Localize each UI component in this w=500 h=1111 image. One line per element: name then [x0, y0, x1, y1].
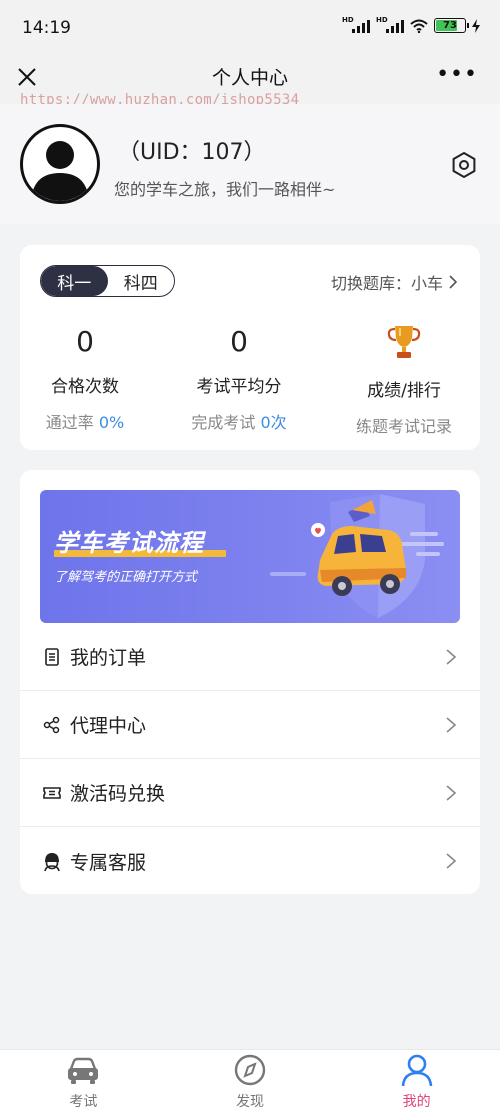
share-nodes-icon: [43, 716, 60, 733]
pass-rate-value: 0%: [98, 413, 125, 432]
menu-item-label: 激活码兑换: [70, 783, 166, 805]
menu-item-label: 我的订单: [70, 647, 147, 669]
pass-count-label: 合格次数: [51, 377, 119, 397]
tab-label: 发现: [236, 1094, 264, 1110]
tab-mine[interactable]: 我的: [333, 1050, 500, 1111]
ranking-stat[interactable]: 成绩/排行 练题考试记录: [329, 322, 479, 437]
car-icon: [68, 1057, 99, 1084]
signal-icon: HD: [342, 15, 370, 33]
pass-count-stat: 0 合格次数 通过率 0%: [10, 322, 160, 433]
tab-label: 我的: [402, 1094, 431, 1110]
menu-item-agent-center[interactable]: 代理中心: [20, 691, 480, 759]
exams-completed-value: 0次: [260, 413, 287, 432]
settings-icon[interactable]: [450, 151, 478, 179]
more-menu-icon[interactable]: •••: [436, 64, 478, 86]
subject-toggle: 科一 科四: [40, 265, 175, 297]
page-title: 个人中心: [211, 67, 288, 89]
battery-icon: 73: [434, 18, 469, 33]
chevron-right-icon: [446, 716, 457, 733]
avg-score-label: 考试平均分: [196, 377, 282, 397]
profile-header: （UID：107） 您的学车之旅，我们一路相伴~: [0, 104, 500, 224]
banner-car-illustration: [270, 494, 444, 618]
ranking-label: 成绩/排行: [367, 381, 441, 401]
ticket-icon: [43, 786, 61, 799]
chevron-right-icon: [449, 275, 458, 289]
menu-item-customer-service[interactable]: 专属客服: [20, 827, 480, 895]
tab-subject-four[interactable]: 科四: [108, 266, 175, 296]
user-icon: [401, 1054, 432, 1087]
banner-subtitle: 了解驾考的正确打开方式: [54, 570, 198, 585]
status-time: 14:19: [22, 18, 71, 38]
battery-level: 73: [443, 20, 457, 31]
menu-item-label: 专属客服: [70, 851, 147, 874]
exams-completed: 完成考试 0次: [164, 409, 314, 433]
trophy-icon: [387, 326, 421, 358]
tab-exam[interactable]: 考试: [0, 1050, 167, 1111]
chevron-right-icon: [446, 853, 457, 869]
tab-label: 考试: [69, 1094, 98, 1110]
ranking-sub: 练题考试记录: [355, 417, 452, 436]
hd-label: HD: [376, 15, 388, 24]
hd-label: HD: [342, 15, 354, 24]
exam-process-banner[interactable]: 学车考试流程 了解驾考的正确打开方式: [40, 490, 460, 623]
tab-subject-one[interactable]: 科一: [41, 266, 108, 296]
banner-title: 学车考试流程: [54, 529, 204, 557]
user-uid: （UID：107）: [118, 140, 266, 165]
chevron-right-icon: [446, 648, 457, 665]
pass-rate-label: 通过率: [45, 413, 94, 432]
avg-score-stat: 0 考试平均分 完成考试 0次: [164, 322, 314, 433]
menu-card: 学车考试流程 了解驾考的正确打开方式 我的订单 代理中心 激活码兑换 专属客服: [20, 470, 480, 894]
order-list-icon: [45, 647, 59, 666]
avatar-silhouette-icon: [31, 141, 89, 201]
tab-discover[interactable]: 发现: [167, 1050, 334, 1111]
menu-item-activation-code[interactable]: 激活码兑换: [20, 759, 480, 827]
menu-item-label: 代理中心: [70, 715, 147, 737]
avatar[interactable]: [20, 124, 100, 204]
customer-service-icon: [44, 853, 60, 871]
bottom-tab-bar: 考试 发现 我的: [0, 1049, 500, 1111]
user-slogan: 您的学车之旅，我们一路相伴~: [114, 180, 336, 199]
wifi-icon: [410, 19, 428, 33]
status-icons: HD HD 73: [342, 15, 480, 33]
chevron-right-icon: [446, 784, 457, 801]
switch-question-bank-label: 切换题库：小车: [330, 274, 443, 293]
status-bar: 14:19 HD HD 73: [0, 0, 500, 58]
exams-completed-label: 完成考试: [191, 413, 256, 432]
compass-icon: [234, 1054, 266, 1086]
pass-rate: 通过率 0%: [10, 409, 160, 433]
signal-icon: HD: [376, 15, 404, 33]
switch-question-bank[interactable]: 切换题库：小车: [331, 270, 458, 294]
pass-count-value: 0: [76, 325, 94, 358]
charging-icon: [472, 18, 480, 33]
stats-card: 科一 科四 切换题库：小车 0 合格次数 通过率 0% 0 考试平均分 完成考试…: [20, 245, 480, 450]
menu-list: 我的订单 代理中心 激活码兑换 专属客服: [20, 623, 480, 895]
menu-item-orders[interactable]: 我的订单: [20, 623, 480, 691]
avg-score-value: 0: [230, 325, 248, 358]
